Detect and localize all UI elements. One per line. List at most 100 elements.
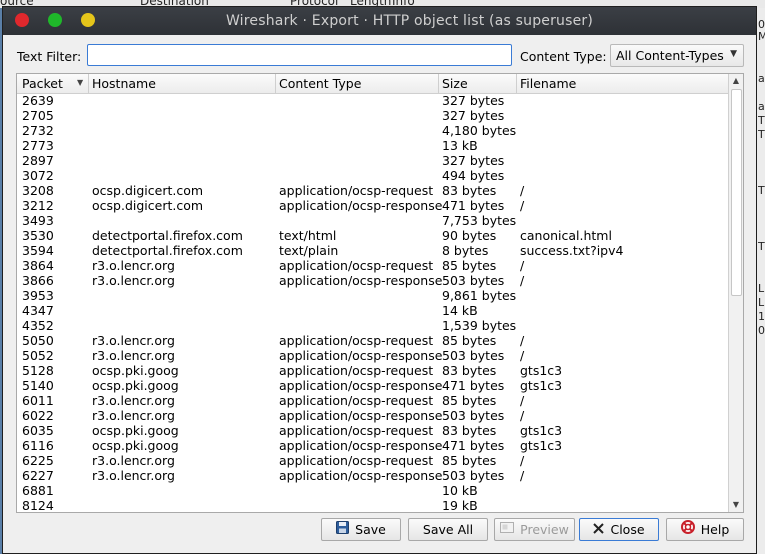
cell-packet: 5140 [22, 378, 54, 393]
table-row[interactable]: 2773 13 kB [17, 138, 730, 153]
cell-packet: 2897 [22, 153, 54, 168]
cell-content-type: application/ocsp-response [279, 198, 443, 213]
title-bar[interactable]: Wireshark · Export · HTTP object list (a… [3, 7, 756, 35]
column-header-packet[interactable]: Packet [22, 76, 63, 91]
table-row[interactable]: 6116 ocsp.pki.goog application/ocsp-respon… [17, 438, 730, 453]
floppy-disk-icon [336, 519, 350, 540]
cell-packet: 2705 [22, 108, 54, 123]
column-header-filename[interactable]: Filename [520, 76, 576, 91]
bg-fragment: 0 [758, 324, 765, 337]
cell-content-type: application/ocsp-request [279, 423, 434, 438]
cell-size: 4,180 bytes [442, 123, 517, 138]
cell-hostname: r3.o.lencr.org [92, 453, 175, 468]
close-label: Close [610, 522, 645, 537]
cell-content-type: application/ocsp-request [279, 183, 434, 198]
table-row[interactable]: 3594 detectportal.firefox.com text/plain 8 … [17, 243, 730, 258]
help-button[interactable]: Help [666, 518, 744, 541]
cell-filename: gts1c3 [520, 378, 563, 393]
table-row[interactable]: 6022 r3.o.lencr.org application/ocsp-respo… [17, 408, 730, 423]
table-row[interactable]: 5052 r3.o.lencr.org application/ocsp-respo… [17, 348, 730, 363]
cell-size: 494 bytes [442, 168, 505, 183]
table-row[interactable]: 5050 r3.o.lencr.org application/ocsp-reque… [17, 333, 730, 348]
table-row[interactable]: 4347 14 kB [17, 303, 730, 318]
sort-descending-icon: ▼ [77, 78, 84, 87]
cell-hostname: r3.o.lencr.org [92, 258, 175, 273]
content-type-selected: All Content-Types [616, 48, 724, 63]
cell-filename: / [520, 468, 525, 483]
table-row[interactable]: 3530 detectportal.firefox.com text/html 90 … [17, 228, 730, 243]
scrollbar-thumb[interactable] [731, 89, 742, 296]
table-row[interactable]: 6225 r3.o.lencr.org application/ocsp-reque… [17, 453, 730, 468]
column-header-content-type[interactable]: Content Type [279, 76, 361, 91]
scroll-up-icon[interactable]: ▲ [729, 74, 743, 88]
cell-filename: gts1c3 [520, 438, 563, 453]
cell-packet: 3072 [22, 168, 54, 183]
cell-packet: 5128 [22, 363, 54, 378]
preview-document-icon [500, 519, 515, 540]
column-divider[interactable] [88, 74, 89, 93]
scroll-down-icon[interactable]: ▼ [729, 498, 743, 512]
cell-packet: 6011 [22, 393, 54, 408]
cell-packet: 3208 [22, 183, 54, 198]
preview-button[interactable]: Preview [494, 518, 575, 541]
cell-packet: 4352 [22, 318, 54, 333]
cell-size: 327 bytes [442, 108, 505, 123]
table-row[interactable]: 2639 327 bytes [17, 93, 730, 108]
table-row[interactable]: 3072 494 bytes [17, 168, 730, 183]
cell-filename: success.txt?ipv4 [520, 243, 624, 258]
vertical-scrollbar[interactable]: ▲ ▼ [728, 74, 743, 512]
table-row[interactable]: 3208 ocsp.digicert.com application/ocsp-re… [17, 183, 730, 198]
cell-size: 85 bytes [442, 453, 497, 468]
cell-content-type: application/ocsp-request [279, 453, 434, 468]
table-row[interactable]: 3953 9,861 bytes [17, 288, 730, 303]
table-row[interactable]: 6881 10 kB [17, 483, 730, 498]
cell-size: 471 bytes [442, 438, 505, 453]
cell-hostname: r3.o.lencr.org [92, 348, 175, 363]
cell-packet: 5052 [22, 348, 54, 363]
column-divider[interactable] [438, 74, 439, 93]
table-row[interactable]: 4352 1,539 bytes [17, 318, 730, 333]
column-header-size[interactable]: Size [442, 76, 468, 91]
help-label: Help [700, 522, 730, 537]
table-row[interactable]: 3866 r3.o.lencr.org application/ocsp-respo… [17, 273, 730, 288]
column-header-hostname[interactable]: Hostname [92, 76, 156, 91]
cell-content-type: application/ocsp-response [279, 273, 443, 288]
text-filter-input[interactable] [87, 44, 512, 66]
table-row[interactable]: 2897 327 bytes [17, 153, 730, 168]
table-row[interactable]: 8124 19 kB [17, 498, 730, 513]
cell-hostname: ocsp.pki.goog [92, 363, 179, 378]
close-button[interactable]: Close [579, 518, 659, 541]
cell-size: 85 bytes [442, 258, 497, 273]
cell-filename: / [520, 273, 525, 288]
background-window-right: 0 M a a T T T T L L 1 0 [757, 8, 765, 554]
cell-hostname: ocsp.pki.goog [92, 438, 179, 453]
cell-content-type: application/ocsp-response [279, 378, 443, 393]
table-row[interactable]: 3212 ocsp.digicert.com application/ocsp-re… [17, 198, 730, 213]
cell-filename: gts1c3 [520, 423, 563, 438]
cell-hostname: r3.o.lencr.org [92, 273, 175, 288]
x-close-icon [593, 519, 605, 540]
table-row[interactable]: 2732 4,180 bytes [17, 123, 730, 138]
save-all-button[interactable]: Save All [408, 518, 488, 541]
save-button[interactable]: Save [321, 518, 401, 541]
content-type-select[interactable]: All Content-Types ▼ [610, 44, 744, 67]
cell-filename: gts1c3 [520, 363, 563, 378]
table-row[interactable]: 6227 r3.o.lencr.org application/ocsp-respo… [17, 468, 730, 483]
table-row[interactable]: 3864 r3.o.lencr.org application/ocsp-reque… [17, 258, 730, 273]
table-row[interactable]: 2705 327 bytes [17, 108, 730, 123]
cell-size: 1,539 bytes [442, 318, 517, 333]
column-divider[interactable] [275, 74, 276, 93]
table-row[interactable]: 3493 7,753 bytes [17, 213, 730, 228]
cell-packet: 3866 [22, 273, 54, 288]
table-row[interactable]: 6011 r3.o.lencr.org application/ocsp-reque… [17, 393, 730, 408]
bg-fragment: M [758, 30, 765, 43]
table-row[interactable]: 5128 ocsp.pki.goog application/ocsp-reques… [17, 363, 730, 378]
preview-label: Preview [520, 522, 569, 537]
table-row[interactable]: 5140 ocsp.pki.goog application/ocsp-respon… [17, 378, 730, 393]
table-row[interactable]: 6035 ocsp.pki.goog application/ocsp-reques… [17, 423, 730, 438]
cell-packet: 8124 [22, 498, 54, 513]
cell-size: 85 bytes [442, 393, 497, 408]
bg-fragment: L [758, 296, 765, 309]
cell-content-type: application/ocsp-response [279, 348, 443, 363]
column-divider[interactable] [516, 74, 517, 93]
